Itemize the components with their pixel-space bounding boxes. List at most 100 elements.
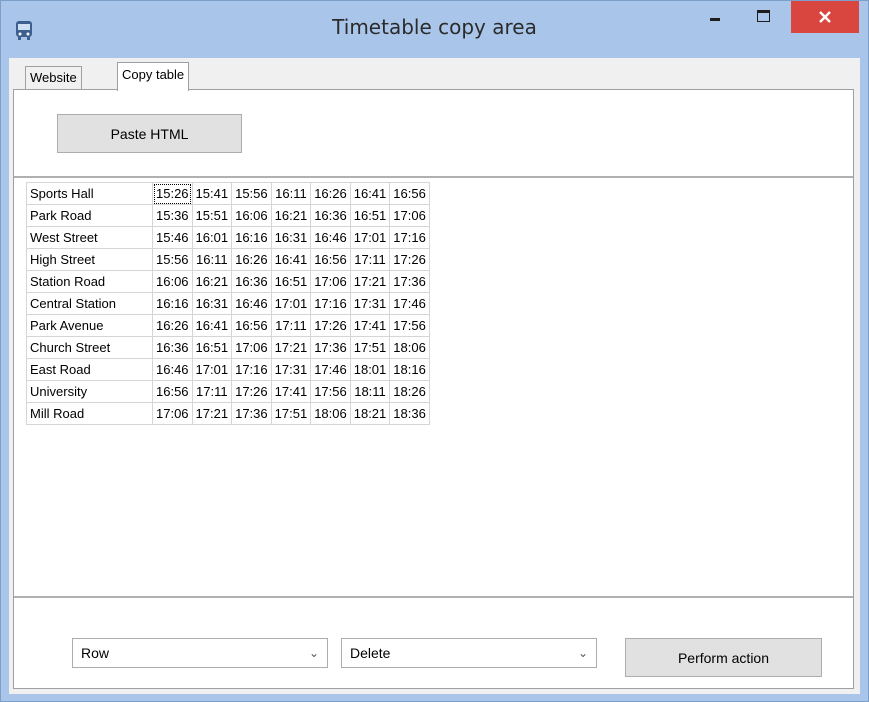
time-cell[interactable]: 16:16 [152, 292, 193, 315]
time-cell[interactable]: 16:26 [152, 314, 193, 337]
time-cell[interactable]: 15:51 [191, 204, 233, 227]
target-select[interactable]: Row ⌄ [72, 638, 328, 668]
time-cell[interactable]: 16:21 [191, 270, 233, 293]
maximize-button[interactable] [741, 1, 785, 31]
time-cell[interactable]: 18:16 [389, 358, 430, 381]
time-cell[interactable]: 16:56 [231, 314, 272, 337]
time-cell[interactable]: 17:31 [349, 292, 391, 315]
table-row[interactable]: Park Road 15:36 15:51 16:06 16:21 16:36 16:51 1… [26, 204, 430, 227]
time-cell[interactable]: 16:56 [389, 182, 430, 205]
time-cell[interactable]: 16:51 [349, 204, 391, 227]
table-row[interactable]: High Street 15:56 16:11 16:26 16:41 16:56 17:1… [26, 248, 430, 271]
time-cell[interactable]: 17:06 [152, 402, 193, 425]
time-cell[interactable]: 15:26 [152, 182, 193, 205]
time-cell[interactable]: 16:21 [270, 204, 312, 227]
time-cell[interactable]: 17:26 [231, 380, 272, 403]
time-cell[interactable]: 16:46 [310, 226, 351, 249]
stop-name-cell[interactable]: Church Street [26, 336, 153, 359]
stop-name-cell[interactable]: Park Road [26, 204, 153, 227]
timetable-grid[interactable]: Sports Hall 15:26 15:41 15:56 16:11 16:26 16:4… [26, 182, 430, 425]
time-cell[interactable]: 17:56 [389, 314, 430, 337]
time-cell[interactable]: 15:56 [152, 248, 193, 271]
stop-name-cell[interactable]: University [26, 380, 153, 403]
time-cell[interactable]: 17:26 [310, 314, 351, 337]
time-cell[interactable]: 16:41 [191, 314, 233, 337]
time-cell[interactable]: 18:21 [349, 402, 391, 425]
time-cell[interactable]: 17:06 [310, 270, 351, 293]
table-row[interactable]: Sports Hall 15:26 15:41 15:56 16:11 16:26 16:4… [26, 182, 430, 205]
time-cell[interactable]: 17:21 [349, 270, 391, 293]
time-cell[interactable]: 16:01 [191, 226, 233, 249]
time-cell[interactable]: 17:46 [310, 358, 351, 381]
time-cell[interactable]: 17:16 [231, 358, 272, 381]
table-row[interactable]: Park Avenue 16:26 16:41 16:56 17:11 17:26 17:4… [26, 314, 430, 337]
time-cell[interactable]: 17:16 [389, 226, 430, 249]
time-cell[interactable]: 17:36 [231, 402, 272, 425]
time-cell[interactable]: 17:36 [389, 270, 430, 293]
time-cell[interactable]: 16:11 [270, 182, 312, 205]
time-cell[interactable]: 16:51 [270, 270, 312, 293]
time-cell[interactable]: 17:41 [349, 314, 391, 337]
time-cell[interactable]: 18:26 [389, 380, 430, 403]
time-cell[interactable]: 17:21 [270, 336, 312, 359]
title-bar[interactable]: Timetable copy area [1, 1, 868, 57]
time-cell[interactable]: 16:36 [231, 270, 272, 293]
time-cell[interactable]: 16:41 [270, 248, 312, 271]
table-row[interactable]: Church Street 16:36 16:51 17:06 17:21 17:36 17… [26, 336, 430, 359]
time-cell[interactable]: 15:46 [152, 226, 193, 249]
time-cell[interactable]: 16:41 [349, 182, 391, 205]
time-cell[interactable]: 17:41 [270, 380, 312, 403]
perform-action-button[interactable]: Perform action [625, 638, 822, 677]
tab-website[interactable]: Website [25, 66, 82, 89]
time-cell[interactable]: 17:11 [349, 248, 391, 271]
table-row[interactable]: Mill Road 17:06 17:21 17:36 17:51 18:06 18:21 1… [26, 402, 430, 425]
time-cell[interactable]: 17:31 [270, 358, 312, 381]
tab-copy-table[interactable]: Copy table [117, 62, 190, 91]
time-cell[interactable]: 16:26 [310, 182, 351, 205]
time-cell[interactable]: 16:46 [231, 292, 272, 315]
stop-name-cell[interactable]: High Street [26, 248, 153, 271]
time-cell[interactable]: 17:51 [349, 336, 391, 359]
time-cell[interactable]: 16:36 [310, 204, 351, 227]
time-cell[interactable]: 17:36 [310, 336, 351, 359]
paste-html-button[interactable]: Paste HTML [57, 114, 242, 153]
stop-name-cell[interactable]: Park Avenue [26, 314, 153, 337]
table-row[interactable]: East Road 16:46 17:01 17:16 17:31 17:46 18:01 1… [26, 358, 430, 381]
minimize-button[interactable] [693, 1, 737, 31]
table-row[interactable]: Station Road 16:06 16:21 16:36 16:51 17:06 17:… [26, 270, 430, 293]
time-cell[interactable]: 17:26 [389, 248, 430, 271]
time-cell[interactable]: 16:56 [310, 248, 351, 271]
time-cell[interactable]: 17:06 [389, 204, 430, 227]
time-cell[interactable]: 18:36 [389, 402, 430, 425]
time-cell[interactable]: 17:56 [310, 380, 351, 403]
stop-name-cell[interactable]: East Road [26, 358, 153, 381]
stop-name-cell[interactable]: Sports Hall [26, 182, 153, 205]
time-cell[interactable]: 16:16 [231, 226, 272, 249]
stop-name-cell[interactable]: Central Station [26, 292, 153, 315]
time-cell[interactable]: 17:51 [270, 402, 312, 425]
time-cell[interactable]: 17:06 [231, 336, 272, 359]
time-cell[interactable]: 15:36 [152, 204, 193, 227]
time-cell[interactable]: 18:06 [389, 336, 430, 359]
time-cell[interactable]: 18:06 [310, 402, 351, 425]
time-cell[interactable]: 16:06 [231, 204, 272, 227]
table-row[interactable]: West Street 15:46 16:01 16:16 16:31 16:46 17:0… [26, 226, 430, 249]
time-cell[interactable]: 17:01 [270, 292, 312, 315]
table-row[interactable]: University 16:56 17:11 17:26 17:41 17:56 18:11… [26, 380, 430, 403]
time-cell[interactable]: 16:31 [191, 292, 233, 315]
timetable-grid-area[interactable]: Sports Hall 15:26 15:41 15:56 16:11 16:26 16:4… [14, 178, 853, 598]
stop-name-cell[interactable]: Station Road [26, 270, 153, 293]
time-cell[interactable]: 16:36 [152, 336, 193, 359]
time-cell[interactable]: 17:46 [389, 292, 430, 315]
time-cell[interactable]: 17:01 [191, 358, 233, 381]
time-cell[interactable]: 16:46 [152, 358, 193, 381]
stop-name-cell[interactable]: Mill Road [26, 402, 153, 425]
table-row[interactable]: Central Station 16:16 16:31 16:46 17:01 17:16… [26, 292, 430, 315]
time-cell[interactable]: 16:56 [152, 380, 193, 403]
time-cell[interactable]: 16:26 [231, 248, 272, 271]
time-cell[interactable]: 17:01 [349, 226, 391, 249]
time-cell[interactable]: 17:21 [191, 402, 233, 425]
action-select[interactable]: Delete ⌄ [341, 638, 597, 668]
time-cell[interactable]: 16:06 [152, 270, 193, 293]
time-cell[interactable]: 16:51 [191, 336, 233, 359]
